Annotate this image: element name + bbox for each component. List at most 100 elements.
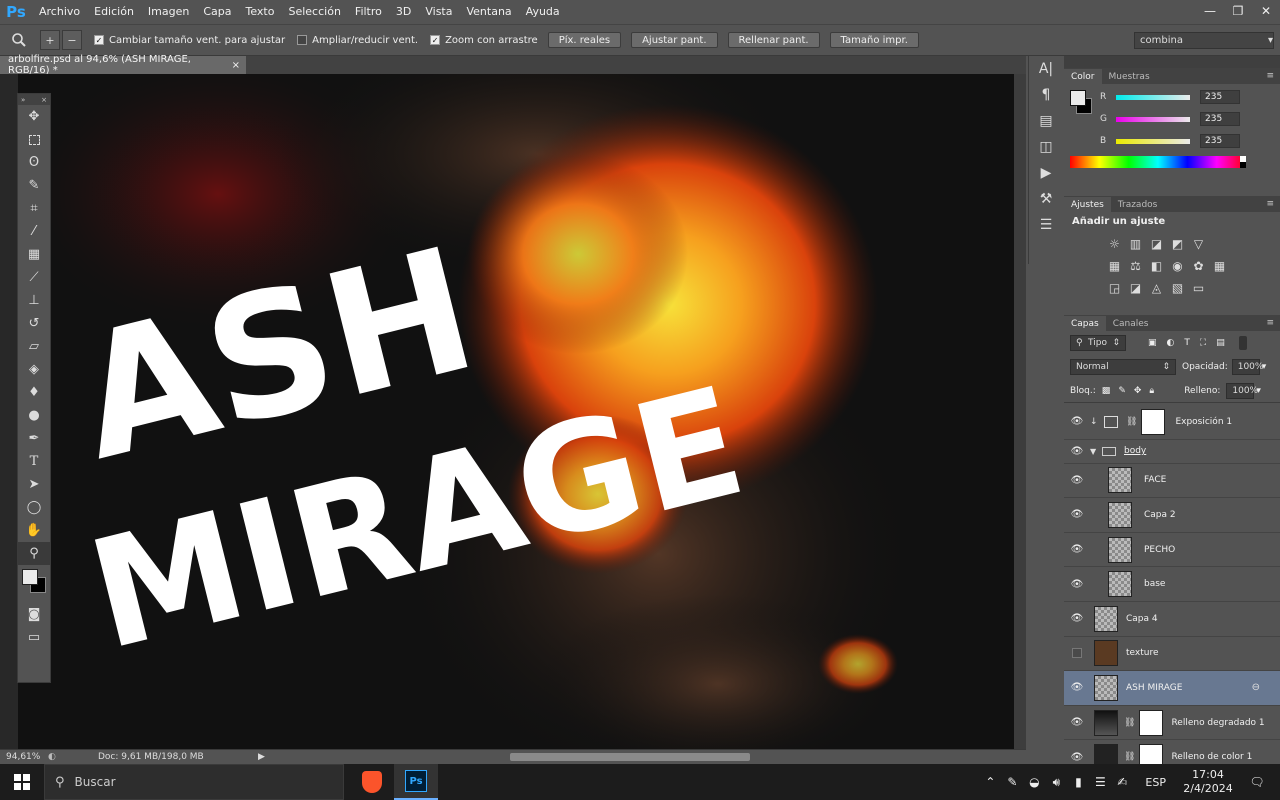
menu-texto[interactable]: Texto	[239, 0, 282, 24]
layer-exposure[interactable]: 👁︎ ↓ ⛓︎ Exposición 1	[1064, 405, 1280, 440]
lock-all-icon[interactable]: 🔒︎	[1149, 386, 1154, 396]
vertical-scrollbar[interactable]	[1014, 74, 1026, 749]
canvas-area[interactable]: ASH MIRAGE	[0, 74, 1026, 749]
red-value-input[interactable]: 235	[1200, 90, 1240, 104]
scrubby-zoom-checkbox[interactable]: ✓ Zoom con arrastre	[430, 35, 538, 46]
menu-edicion[interactable]: Edición	[87, 0, 141, 24]
network-icon[interactable]: ◒	[1023, 775, 1045, 789]
filter-toggle[interactable]	[1238, 336, 1247, 350]
wifi-icon[interactable]: ☰	[1089, 775, 1111, 789]
selective-color-icon[interactable]: ▭	[1188, 280, 1209, 296]
eraser-tool[interactable]: ▱	[18, 335, 50, 358]
move-tool[interactable]: ✥	[18, 105, 50, 128]
tab-layers[interactable]: Capas	[1064, 316, 1106, 331]
actions-panel-button[interactable]: ▶	[1029, 160, 1063, 186]
layer-mask-thumb[interactable]	[1139, 709, 1164, 736]
menu-3d[interactable]: 3D	[389, 0, 418, 24]
zoom-tool[interactable]: ⚲	[18, 542, 50, 565]
menu-capa[interactable]: Capa	[196, 0, 238, 24]
layer-pecho[interactable]: 👁︎ PECHO	[1064, 532, 1280, 568]
restore-button[interactable]: ❐	[1224, 0, 1252, 22]
layer-filter-select[interactable]: ⚲ Tipo ⇕	[1070, 335, 1126, 351]
curves-icon[interactable]: ◪	[1146, 236, 1167, 252]
dodge-tool[interactable]: ●	[18, 404, 50, 427]
menu-filtro[interactable]: Filtro	[348, 0, 389, 24]
red-slider-track[interactable]	[1116, 94, 1190, 100]
color-fg-swatch[interactable]	[1070, 90, 1086, 106]
taskbar-photoshop[interactable]: Ps	[394, 764, 438, 800]
pen-tool[interactable]: ✒	[18, 427, 50, 450]
layer-ash-mirage[interactable]: 👁︎ ASH MIRAGE ⊖	[1064, 671, 1280, 706]
threshold-icon[interactable]: ◬	[1146, 280, 1167, 296]
link-icon[interactable]: ⊖	[1252, 682, 1260, 693]
tool-presets-button[interactable]: ⚒	[1029, 186, 1063, 212]
visibility-eye-icon[interactable]: 👁︎	[1064, 475, 1090, 486]
filter-adjust-icon[interactable]: ◐	[1167, 338, 1175, 348]
color-balance-icon[interactable]: ⚖	[1125, 258, 1146, 274]
layer-capa-4[interactable]: 👁︎ Capa 4	[1064, 601, 1280, 637]
horizontal-scrollbar[interactable]	[510, 753, 750, 761]
panel-menu-icon[interactable]: ≡	[1266, 199, 1274, 209]
volume-icon[interactable]: 🔊︎	[1045, 775, 1067, 790]
hue-sat-icon[interactable]: ▦	[1104, 258, 1125, 274]
filter-type-icon[interactable]: T	[1184, 338, 1190, 348]
visibility-empty-box[interactable]	[1064, 648, 1090, 659]
path-select-tool[interactable]: ➤	[18, 473, 50, 496]
visibility-eye-icon[interactable]: 👁︎	[1064, 752, 1090, 763]
layer-mask-thumb[interactable]	[1141, 408, 1166, 435]
filter-pixel-icon[interactable]: ▣	[1148, 338, 1157, 348]
blur-tool[interactable]: ♦	[18, 381, 50, 404]
slider-blue[interactable]: B 235	[1100, 134, 1240, 148]
panel-menu-icon[interactable]: ≡	[1266, 71, 1274, 81]
paragraph-panel-button[interactable]: ¶	[1029, 82, 1063, 108]
collapse-icon[interactable]: »	[21, 96, 25, 104]
fit-screen-button[interactable]: Ajustar pant.	[631, 32, 718, 48]
visibility-eye-icon[interactable]: 👁︎	[1064, 509, 1090, 520]
opacity-input[interactable]: 100%	[1231, 359, 1263, 375]
layer-capa-2[interactable]: 👁︎ Capa 2	[1064, 498, 1280, 533]
tab-paths[interactable]: Trazados	[1111, 197, 1165, 212]
vibrance-icon[interactable]: ▽	[1188, 236, 1209, 252]
green-slider-track[interactable]	[1116, 116, 1190, 122]
taskbar-search[interactable]: ⚲ Buscar	[44, 764, 344, 800]
fill-input[interactable]: 100%	[1226, 382, 1258, 399]
zoom-in-button[interactable]: +	[40, 30, 60, 50]
menu-ayuda[interactable]: Ayuda	[519, 0, 567, 24]
layer-base[interactable]: 👁︎ base	[1064, 567, 1280, 602]
green-value-input[interactable]: 235	[1200, 112, 1240, 126]
hand-tool[interactable]: ✋	[18, 519, 50, 542]
menu-vista[interactable]: Vista	[418, 0, 459, 24]
color-lookup-icon[interactable]: ▦	[1209, 258, 1230, 274]
fill-screen-button[interactable]: Rellenar pant.	[727, 32, 820, 48]
document-tab[interactable]: arbolfire.psd al 94,6% (ASH MIRAGE, RGB/…	[0, 54, 246, 76]
stamp-tool[interactable]: ⊥	[18, 289, 50, 312]
menu-seleccion[interactable]: Selección	[281, 0, 347, 24]
eyedropper-tool[interactable]: ⁄	[18, 220, 50, 243]
visibility-eye-icon[interactable]: 👁︎	[1064, 682, 1090, 693]
blue-value-input[interactable]: 235	[1200, 134, 1240, 148]
language-indicator[interactable]: ESP	[1145, 776, 1166, 789]
screen-mode-button[interactable]: ▭	[18, 626, 50, 649]
tab-adjustments[interactable]: Ajustes	[1064, 197, 1111, 212]
slider-red[interactable]: R 235	[1100, 90, 1240, 104]
group-expand-icon[interactable]: ▼	[1090, 447, 1100, 456]
status-menu-arrow-icon[interactable]: ▶	[258, 752, 270, 762]
visibility-eye-icon[interactable]: 👁︎	[1064, 416, 1090, 427]
color-spectrum[interactable]	[1070, 156, 1246, 168]
layer-texture[interactable]: texture	[1064, 636, 1280, 672]
history-brush-tool[interactable]: ↺	[18, 312, 50, 335]
handwriting-icon[interactable]: ✍	[1111, 775, 1133, 789]
gradient-map-icon[interactable]: ▧	[1167, 280, 1188, 296]
marquee-tool[interactable]	[18, 128, 50, 151]
history-panel-button[interactable]: ▤	[1029, 108, 1063, 134]
layer-group-body[interactable]: 👁︎ ▼ body	[1064, 439, 1280, 464]
menu-ventana[interactable]: Ventana	[459, 0, 518, 24]
menu-imagen[interactable]: Imagen	[141, 0, 196, 24]
resize-window-checkbox[interactable]: ✓ Cambiar tamaño vent. para ajustar	[94, 35, 285, 46]
menu-archivo[interactable]: Archivo	[32, 0, 87, 24]
levels-icon[interactable]: ▥	[1125, 236, 1146, 252]
visibility-eye-icon[interactable]: 👁︎	[1064, 613, 1090, 624]
slider-green[interactable]: G 235	[1100, 112, 1240, 126]
lock-pixels-icon[interactable]: ✎	[1118, 386, 1126, 396]
zoom-out-button[interactable]: −	[62, 30, 82, 50]
